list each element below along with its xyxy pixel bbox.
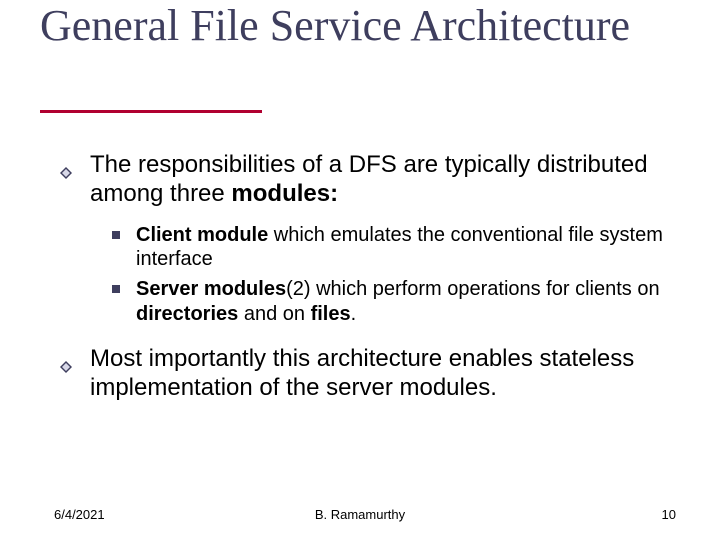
bullet-level1: The responsibilities of a DFS are typica… xyxy=(60,150,670,209)
square-bullet-icon xyxy=(112,285,120,293)
square-bullet-icon xyxy=(112,231,120,239)
bullet-level2: Client module which emulates the convent… xyxy=(112,223,670,272)
bullet-text-bold: modules: xyxy=(231,180,338,207)
bullet-level1: Most importantly this architecture enabl… xyxy=(60,344,670,403)
sub-bullet-bold: Server modules xyxy=(136,278,286,300)
footer-page-number: 10 xyxy=(662,507,676,522)
slide-body: The responsibilities of a DFS are typica… xyxy=(60,150,670,417)
sub-bullet-text: and on xyxy=(238,303,310,325)
title-underline xyxy=(40,110,262,113)
slide-title: General File Service Architecture xyxy=(40,4,630,49)
bullet-level2: Server modules(2) which perform operatio… xyxy=(112,277,670,326)
sub-bullet-bold: Client module xyxy=(136,224,268,246)
footer-author: B. Ramamurthy xyxy=(0,507,720,522)
diamond-bullet-icon xyxy=(60,157,72,169)
sub-bullet-text: (2) which perform operations for clients… xyxy=(286,278,660,300)
slide: General File Service Architecture The re… xyxy=(0,0,720,540)
sub-bullet-bold: directories xyxy=(136,303,238,325)
sub-bullet-group: Client module which emulates the convent… xyxy=(112,223,670,327)
sub-bullet-bold: files xyxy=(311,303,351,325)
sub-bullet-text: . xyxy=(351,303,357,325)
bullet-text: The responsibilities of a DFS are typica… xyxy=(90,151,648,207)
diamond-bullet-icon xyxy=(60,351,72,363)
bullet-text: Most importantly this architecture enabl… xyxy=(90,345,634,401)
